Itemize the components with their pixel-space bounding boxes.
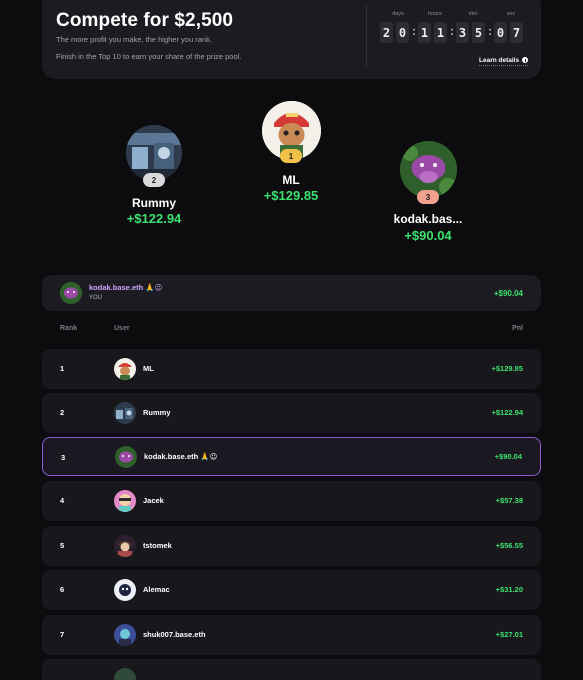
rummy-avatar — [114, 402, 136, 424]
row-pnl: +$57.38 — [495, 496, 523, 505]
leaderboard-row[interactable]: 7 shuk007.base.eth +$27.01 — [42, 615, 541, 655]
leaderboard-row[interactable]: 6 Alemac +$31.20 — [42, 570, 541, 610]
podium-badge-rank-3: 3 — [417, 190, 439, 204]
countdown-digit: 5 — [472, 22, 485, 43]
column-header-rank: Rank — [60, 325, 78, 332]
row-pnl: +$90.04 — [494, 452, 522, 461]
tstomek-avatar — [114, 535, 136, 557]
row-user-name: Alemac — [143, 585, 170, 594]
learn-details-link[interactable]: Learn details — [479, 57, 529, 66]
row-pnl: +$27.01 — [495, 630, 523, 639]
row-pnl: +$129.85 — [491, 364, 524, 373]
countdown-colon: : — [450, 24, 454, 38]
countdown-label-hours: hours — [428, 11, 442, 17]
leaderboard-row[interactable]: 4 Jacek +$57.38 — [42, 481, 541, 521]
leaderboard-row[interactable]: 5 tstomek +$56.55 — [42, 526, 541, 566]
row-rank: 4 — [60, 496, 65, 505]
jacek-avatar — [114, 490, 136, 512]
current-user-avatar — [60, 282, 82, 304]
row-pnl: +$56.55 — [495, 541, 523, 550]
shuk-avatar — [114, 624, 136, 646]
row-rank: 5 — [60, 541, 65, 550]
countdown-labels: days hours min sec — [380, 11, 530, 21]
leaderboard-row-current-user[interactable]: 3 kodak.base.eth 🙏😉 +$90.04 — [42, 437, 541, 476]
row-user-name: Jacek — [143, 496, 164, 505]
row-rank: 6 — [60, 585, 65, 594]
prize-header-card: Compete for $2,500 The more profit you m… — [42, 0, 541, 79]
countdown-digit: 0 — [494, 22, 507, 43]
hero-subtitle-2: Finish in the Top 10 to earn your share … — [56, 52, 242, 61]
column-header-user: User — [114, 325, 130, 332]
podium-pnl-rank-1: +$129.85 — [263, 188, 319, 203]
podium-badge-rank-2: 2 — [143, 173, 165, 187]
page-title: Compete for $2,500 — [56, 10, 234, 31]
podium-badge-rank-1: 1 — [280, 149, 302, 163]
countdown-digit: 1 — [434, 22, 447, 43]
countdown-label-days: days — [392, 11, 404, 17]
current-user-pnl: +$90.04 — [493, 289, 523, 298]
row-pnl: +$31.20 — [495, 585, 523, 594]
learn-details-label: Learn details — [479, 57, 520, 64]
kodak-avatar — [115, 446, 137, 468]
countdown-colon: : — [412, 24, 416, 38]
podium-name-rank-3: kodak.bas... — [393, 212, 463, 226]
column-header-pnl: Pnl — [512, 325, 523, 332]
alemac-avatar — [114, 579, 136, 601]
countdown-label-min: min — [468, 11, 478, 17]
row-user-name: shuk007.base.eth — [143, 630, 206, 639]
row-pnl: +$122.94 — [491, 408, 524, 417]
row-user-name: Rummy — [143, 408, 171, 417]
countdown-digit: 3 — [456, 22, 469, 43]
podium-name-rank-1: ML — [282, 173, 300, 187]
row-rank: 3 — [61, 453, 66, 462]
row-user-name: tstomek — [143, 541, 172, 550]
row-rank: 7 — [60, 630, 65, 639]
row-user-name: kodak.base.eth 🙏😉 — [144, 452, 218, 461]
podium-pnl-rank-3: +$90.04 — [404, 228, 452, 243]
current-user-name: kodak.base.eth 🙏😉 — [89, 283, 163, 292]
countdown-digit: 7 — [510, 22, 523, 43]
countdown-colon: : — [488, 24, 492, 38]
leaderboard-row-partial[interactable] — [42, 659, 541, 680]
countdown-digit: 0 — [396, 22, 409, 43]
podium-name-rank-2: Rummy — [131, 196, 176, 210]
ml-avatar — [114, 358, 136, 380]
info-icon — [522, 57, 529, 64]
countdown-digit: 1 — [418, 22, 431, 43]
hero-divider — [366, 4, 367, 68]
row-rank: 1 — [60, 364, 65, 373]
row-user-name: ML — [143, 364, 154, 373]
hero-subtitle: The more profit you make, the higher you… — [56, 35, 212, 44]
current-user-row[interactable]: kodak.base.eth 🙏😉 YOU +$90.04 — [42, 275, 541, 311]
user-avatar — [114, 668, 136, 680]
countdown-digit: 2 — [380, 22, 393, 43]
current-user-tag: YOU — [89, 295, 103, 301]
countdown-label-sec: sec — [506, 11, 516, 17]
leaderboard-row[interactable]: 2 Rummy +$122.94 — [42, 393, 541, 433]
row-rank: 2 — [60, 408, 65, 417]
podium-pnl-rank-2: +$122.94 — [126, 211, 182, 226]
leaderboard-row[interactable]: 1 ML +$129.85 — [42, 349, 541, 389]
